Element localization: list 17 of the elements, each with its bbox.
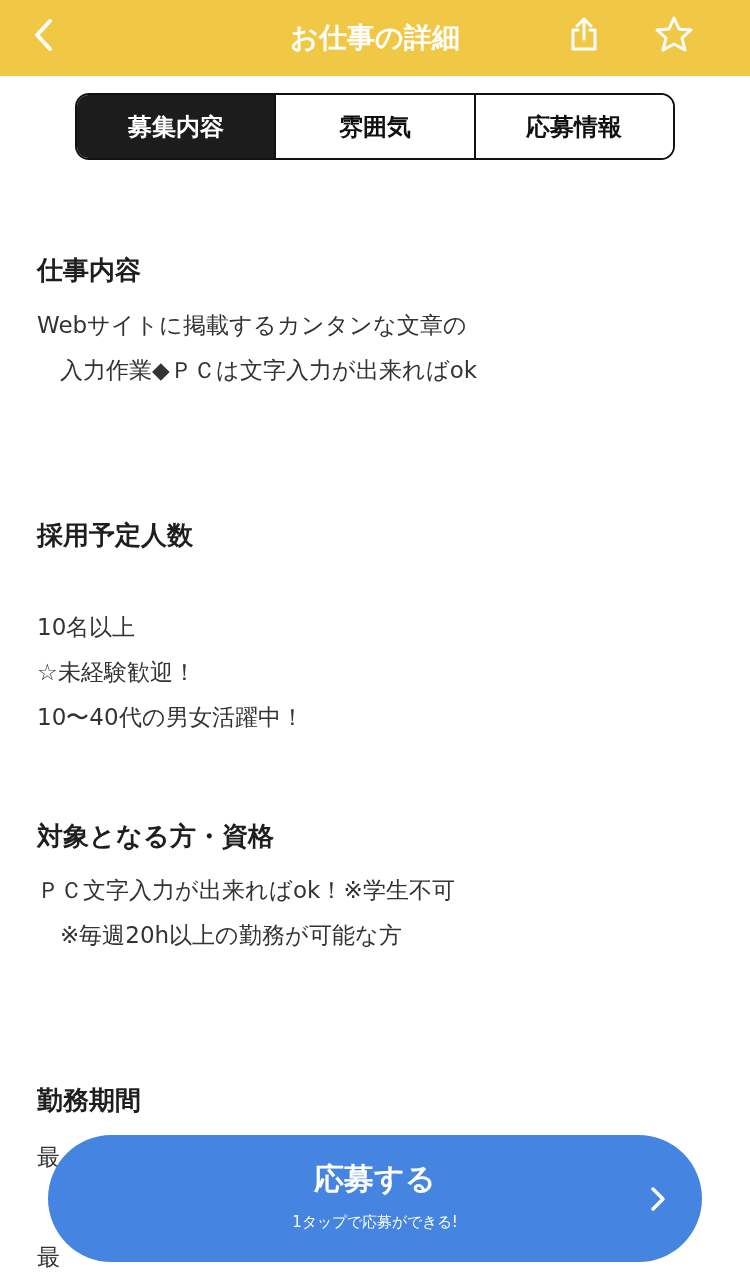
star-icon[interactable]	[654, 15, 694, 53]
back-icon[interactable]	[32, 18, 54, 52]
section-heading: 採用予定人数	[37, 519, 194, 552]
section-heading: 対象となる方・資格	[37, 820, 275, 853]
body-text: 10名以上	[37, 613, 137, 642]
body-text: 入力作業◆ＰＣは文字入力が出来ればok	[59, 356, 479, 385]
body-text: ☆未経験歓迎！	[37, 658, 197, 687]
chevron-icon	[650, 1186, 666, 1212]
tab[interactable]: 募集内容	[77, 95, 275, 158]
tab[interactable]: 応募情報	[473, 95, 673, 158]
body-text: 10〜40代の男女活躍中！	[37, 703, 305, 732]
section-heading: 勤務期間	[37, 1084, 142, 1117]
section-heading: 仕事内容	[37, 254, 142, 287]
body-text: Webサイトに掲載するカンタンな文章の	[37, 311, 469, 340]
body-text: ※毎週20h以上の勤務が可能な方	[59, 921, 404, 950]
body-text: ＰＣ文字入力が出来ればok！※学生不可	[37, 876, 456, 905]
header-title: お仕事の詳細	[290, 20, 460, 56]
